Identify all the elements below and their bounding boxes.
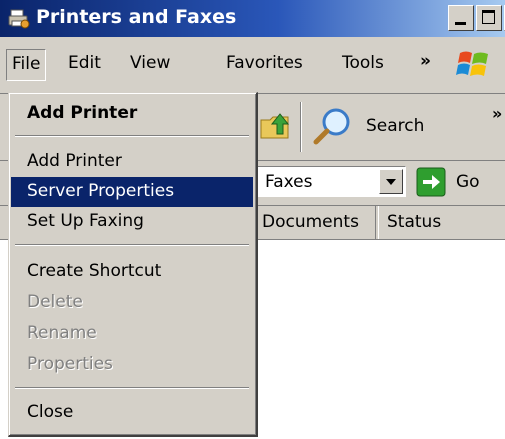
menu-item-properties: Properties	[27, 354, 113, 374]
column-documents[interactable]: Documents	[254, 206, 376, 239]
toolbar-separator	[300, 102, 302, 152]
go-button-label: Go	[456, 172, 480, 192]
menu-item-close[interactable]: Close	[11, 398, 253, 428]
menu-separator	[15, 387, 249, 389]
menu-item-delete: Delete	[27, 292, 83, 312]
menu-overflow-chevron[interactable]: »	[420, 51, 431, 71]
menu-item-set-up-faxing[interactable]: Set Up Faxing	[11, 207, 253, 237]
search-magnifier-icon	[313, 108, 350, 145]
address-value: Faxes	[265, 172, 313, 192]
folder-up-icon[interactable]	[258, 108, 292, 142]
menu-favorites[interactable]: Favorites	[226, 53, 303, 73]
maximize-button[interactable]	[476, 5, 502, 31]
menu-file[interactable]: File	[6, 49, 46, 81]
menu-separator	[15, 135, 249, 137]
go-arrow-icon	[416, 167, 446, 197]
windows-logo-icon	[456, 51, 488, 76]
title-bar[interactable]: Printers and Faxes	[0, 0, 505, 37]
menu-tools[interactable]: Tools	[342, 53, 384, 73]
menu-item-server-properties[interactable]: Server Properties	[11, 177, 253, 207]
menu-item-add-printer-default[interactable]: Add Printer	[11, 99, 253, 129]
menu-view[interactable]: View	[130, 53, 170, 73]
menu-edit[interactable]: Edit	[68, 53, 101, 73]
address-combobox[interactable]: Faxes	[254, 166, 406, 197]
printer-fax-icon	[8, 9, 30, 29]
column-status[interactable]: Status	[378, 206, 505, 239]
window-title: Printers and Faxes	[36, 6, 237, 28]
search-button-label: Search	[366, 116, 425, 136]
menu-bar: File Edit View Favorites Tools »	[0, 37, 505, 94]
toolbar-overflow-chevron[interactable]: »	[492, 104, 502, 123]
address-dropdown-button[interactable]	[379, 169, 403, 194]
printers-and-faxes-window: Printers and Faxes File Edit View Favori…	[0, 0, 505, 439]
minimize-button[interactable]	[448, 5, 474, 31]
menu-separator	[15, 244, 249, 246]
menu-item-add-printer[interactable]: Add Printer	[11, 147, 253, 177]
menu-item-create-shortcut[interactable]: Create Shortcut	[11, 257, 253, 287]
file-menu-dropdown: Add Printer Add Printer Server Propertie…	[8, 92, 258, 437]
menu-item-rename: Rename	[27, 323, 97, 343]
